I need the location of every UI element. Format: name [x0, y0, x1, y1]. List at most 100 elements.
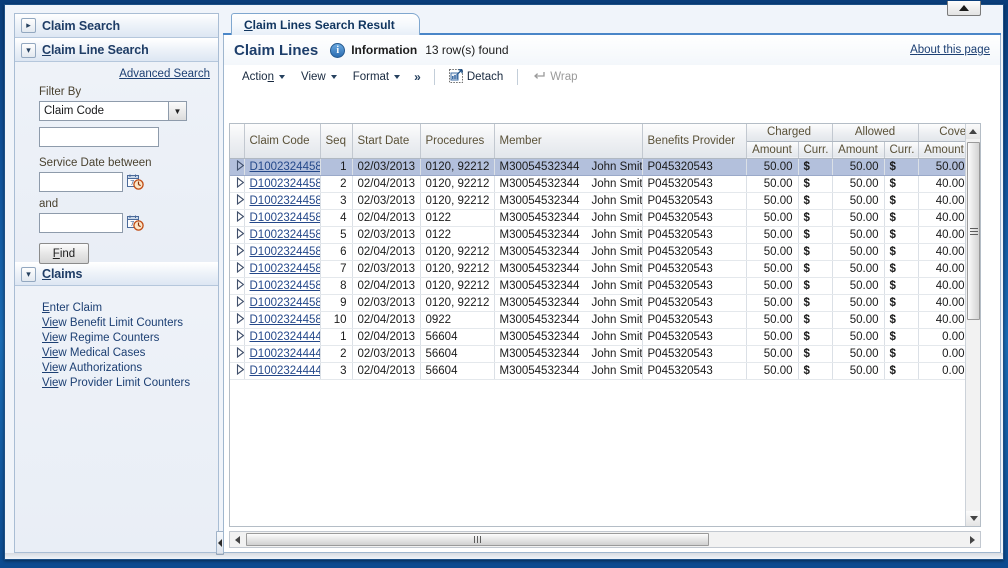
table-row[interactable]: D1002324458 9 02/03/2013 0120, 92212 M300545… — [230, 294, 980, 312]
claim-code-link[interactable]: D1002324458 — [250, 297, 320, 309]
row-expand-cell[interactable] — [230, 328, 245, 346]
cell-claim-code[interactable]: D1002324444 — [244, 328, 321, 346]
claim-code-link[interactable]: D1002324458 — [250, 195, 320, 207]
claim-code-link[interactable]: D1002324458 — [250, 178, 320, 190]
triangle-right-icon[interactable] — [235, 176, 243, 188]
cell-claim-code[interactable]: D1002324458 — [244, 243, 321, 261]
row-expand-cell[interactable] — [230, 226, 245, 244]
find-button[interactable]: Find — [39, 243, 89, 264]
scroll-up-button[interactable] — [966, 124, 980, 139]
horizontal-scroll-thumb[interactable] — [246, 533, 709, 546]
table-row[interactable]: D1002324444 3 02/04/2013 56604 M30054532344 J… — [230, 362, 980, 380]
th-group-charged[interactable]: Charged — [746, 124, 833, 142]
claim-code-link[interactable]: D1002324458 — [250, 314, 320, 326]
triangle-right-icon[interactable] — [235, 210, 243, 222]
triangle-right-icon[interactable] — [235, 261, 243, 273]
row-expand-cell[interactable] — [230, 362, 245, 380]
table-row[interactable]: D1002324458 10 02/04/2013 0922 M30054532344 J… — [230, 311, 980, 329]
advanced-search-link[interactable]: Advanced Search — [119, 68, 210, 80]
view-menu-button[interactable]: View — [293, 68, 345, 86]
wrap-button[interactable]: Wrap — [525, 67, 584, 88]
th-procedures[interactable]: Procedures — [420, 124, 495, 159]
table-row[interactable]: D1002324458 6 02/04/2013 0120, 92212 M300545… — [230, 243, 980, 261]
cell-claim-code[interactable]: D1002324458 — [244, 209, 321, 227]
filter-by-select[interactable]: Claim Code ▼ — [39, 101, 187, 121]
row-expand-cell[interactable] — [230, 175, 245, 193]
sidebar-link-view-benefit-limit-counters[interactable]: View Benefit Limit Counters — [42, 317, 183, 329]
th-member[interactable]: Member — [494, 124, 643, 159]
chevron-down-icon[interactable]: ▾ — [21, 42, 36, 58]
scroll-down-button[interactable] — [966, 511, 980, 526]
th-covered-amount[interactable]: Amount — [918, 141, 971, 159]
calendar-clock-icon[interactable]: 7 — [127, 174, 144, 190]
row-expand-cell[interactable] — [230, 345, 245, 363]
cell-claim-code[interactable]: D1002324458 — [244, 192, 321, 210]
table-row[interactable]: D1002324444 2 02/03/2013 56604 M30054532344 J… — [230, 345, 980, 363]
triangle-right-icon[interactable] — [235, 278, 243, 290]
triangle-right-icon[interactable] — [235, 346, 243, 358]
cell-claim-code[interactable]: D1002324458 — [244, 158, 321, 176]
triangle-right-icon[interactable] — [235, 312, 243, 324]
service-date-to-input[interactable] — [39, 213, 123, 233]
table-row[interactable]: D1002324458 1 02/03/2013 0120, 92212 M300545… — [230, 158, 980, 176]
sidebar-link-view-provider-limit-counters[interactable]: View Provider Limit Counters — [42, 377, 190, 389]
claim-code-link[interactable]: D1002324458 — [250, 229, 320, 241]
row-expand-cell[interactable] — [230, 294, 245, 312]
row-expand-cell[interactable] — [230, 277, 245, 295]
chevron-right-icon[interactable]: ▸ — [21, 18, 36, 33]
th-start-date[interactable]: Start Date — [352, 124, 421, 159]
cell-claim-code[interactable]: D1002324458 — [244, 260, 321, 278]
format-menu-button[interactable]: Format — [345, 68, 408, 86]
scroll-left-button[interactable] — [230, 532, 245, 547]
claim-code-link[interactable]: D1002324444 — [250, 348, 320, 360]
th-group-allowed[interactable]: Allowed — [832, 124, 919, 142]
claim-code-link[interactable]: D1002324458 — [250, 263, 320, 275]
calendar-clock-icon[interactable]: 7 — [127, 215, 144, 231]
cell-claim-code[interactable]: D1002324444 — [244, 345, 321, 363]
grid-vertical-scrollbar[interactable] — [965, 124, 980, 526]
service-date-from-input[interactable] — [39, 172, 123, 192]
chevron-down-icon[interactable]: ▾ — [21, 266, 36, 282]
sidebar-section-claim-search[interactable]: ▸ Claim Search — [15, 14, 218, 38]
chevron-down-icon[interactable]: ▼ — [168, 102, 186, 120]
sidebar-section-claim-line-search[interactable]: ▾ Claim Line Search — [15, 38, 218, 62]
th-allowed-curr[interactable]: Curr. — [884, 141, 919, 159]
page-scroll-up-button[interactable] — [947, 1, 981, 16]
sidebar-link-view-regime-counters[interactable]: View Regime Counters — [42, 332, 159, 344]
cell-claim-code[interactable]: D1002324458 — [244, 294, 321, 312]
sidebar-link-view-medical-cases[interactable]: View Medical Cases — [42, 347, 145, 359]
th-charged-amount[interactable]: Amount — [746, 141, 799, 159]
triangle-right-icon[interactable] — [235, 193, 243, 205]
sidebar-link-enter-claim[interactable]: Enter Claim — [42, 302, 102, 314]
grid-horizontal-scrollbar[interactable] — [229, 531, 981, 548]
table-row[interactable]: D1002324458 4 02/04/2013 0122 M30054532344 Jo… — [230, 209, 980, 227]
detach-button[interactable]: Detach — [442, 66, 510, 89]
th-seq[interactable]: Seq — [320, 124, 353, 159]
th-charged-curr[interactable]: Curr. — [798, 141, 833, 159]
triangle-right-icon[interactable] — [235, 227, 243, 239]
claim-code-link[interactable]: D1002324458 — [250, 280, 320, 292]
triangle-right-icon[interactable] — [235, 244, 243, 256]
cell-claim-code[interactable]: D1002324458 — [244, 226, 321, 244]
chevron-double-right-icon[interactable]: » — [408, 70, 427, 84]
claim-code-link[interactable]: D1002324458 — [250, 212, 320, 224]
filter-value-input[interactable] — [39, 127, 159, 147]
th-allowed-amount[interactable]: Amount — [832, 141, 885, 159]
claim-code-link[interactable]: D1002324444 — [250, 331, 320, 343]
row-expand-cell[interactable] — [230, 158, 245, 176]
cell-claim-code[interactable]: D1002324458 — [244, 277, 321, 295]
vertical-scroll-thumb[interactable] — [967, 142, 980, 320]
row-expand-cell[interactable] — [230, 311, 245, 329]
table-row[interactable]: D1002324458 3 02/03/2013 0120, 92212 M300545… — [230, 192, 980, 210]
about-this-page-link[interactable]: About this page — [910, 44, 990, 56]
triangle-right-icon[interactable] — [235, 363, 243, 375]
row-expand-cell[interactable] — [230, 209, 245, 227]
claim-code-link[interactable]: D1002324444 — [250, 365, 320, 377]
table-row[interactable]: D1002324458 7 02/03/2013 0120, 92212 M300545… — [230, 260, 980, 278]
row-expand-cell[interactable] — [230, 260, 245, 278]
th-benefits-provider[interactable]: Benefits Provider — [642, 124, 747, 159]
claim-code-link[interactable]: D1002324458 — [250, 161, 320, 173]
table-row[interactable]: D1002324458 2 02/04/2013 0120, 92212 M300545… — [230, 175, 980, 193]
triangle-right-icon[interactable] — [235, 159, 243, 171]
sidebar-section-claims[interactable]: ▾ Claims — [15, 262, 218, 286]
